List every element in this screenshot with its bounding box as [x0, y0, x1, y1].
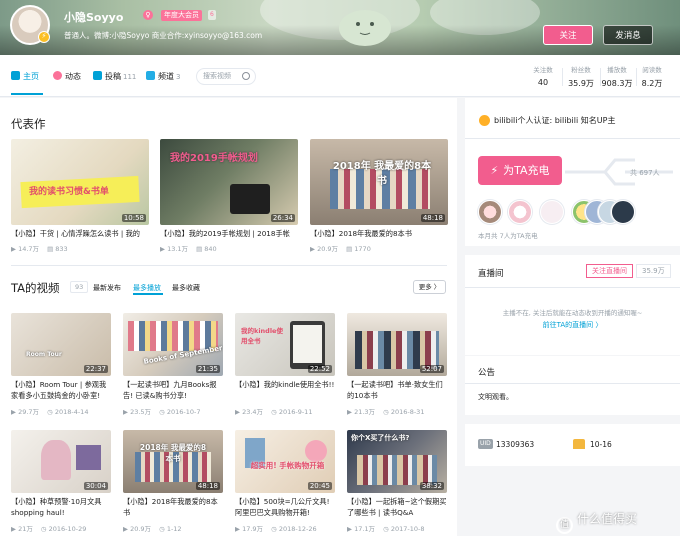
goto-live-link[interactable]: 前往TA的直播间 〉 [465, 320, 680, 330]
video-count-badge: 93 [70, 281, 89, 293]
banner-illustration [339, 10, 391, 46]
video-meta: ▶ 29.7万 ◷ 2018-4-14 [11, 408, 89, 416]
divider [465, 287, 680, 288]
supporter-avatar[interactable] [508, 200, 532, 224]
active-tab-indicator [11, 93, 43, 95]
videos-section-title: TA的视频 [11, 281, 60, 295]
live-title: 直播间 [478, 269, 504, 279]
video-title[interactable]: 【小隐】我的2019手帐规划 | 2018手帐 [160, 228, 298, 239]
supporter-avatar[interactable] [540, 200, 564, 224]
video-thumbnail[interactable]: Room Tour 22:37 [11, 313, 111, 376]
video-search-input[interactable]: 搜索视频 [196, 68, 256, 85]
stat-fans[interactable]: 粉丝数 35.9万 [565, 64, 597, 89]
video-meta: ▶ 20.9万 ▤ 1770 [310, 245, 371, 253]
video-meta: ▶ 17.1万 ◷ 2017-10-8 [347, 525, 425, 533]
notice-title: 公告 [478, 368, 496, 378]
live-followers-count: 35.9万 [636, 264, 671, 278]
video-title[interactable]: 【小隐】2018年我最爱的8本书 [123, 496, 223, 518]
tab-dynamic[interactable]: 动态 [53, 71, 81, 83]
supporter-avatar[interactable] [611, 200, 635, 224]
certification-text: bilibili个人认证: bilibili 知名UP主 [494, 116, 616, 125]
certification-icon [479, 115, 490, 126]
video-thumbnail[interactable]: 2018年 我最爱的8本书 48:18 [310, 139, 448, 225]
video-meta: ▶ 23.4万 ◷ 2016-9-11 [235, 408, 313, 416]
video-meta: ▶ 21万 ◷ 2016-10-29 [11, 525, 87, 533]
notice-panel: 公告 文明观看。 [465, 355, 680, 415]
smzdm-logo-icon: 值 [556, 517, 573, 534]
home-icon [11, 71, 20, 80]
divider [465, 355, 680, 356]
uid-icon: UID [478, 439, 493, 449]
video-meta: ▶ 20.9万 ◷ 1-12 [123, 525, 182, 533]
video-title[interactable]: 【小隐】Room Tour | 参观我家看多小五鼓捣金的小卧室! [11, 379, 111, 401]
upload-icon [93, 71, 102, 80]
video-title[interactable]: 【小隐】一起拆箱~这个假期买了哪些书 | 读书Q&A [347, 496, 447, 518]
dynamic-icon [53, 71, 62, 80]
live-offline-message: 主播不在, 关注后就能在动态收到开播的通知喔~ [502, 309, 643, 317]
video-meta: ▶ 21.3万 ◷ 2016-8-31 [347, 408, 425, 416]
supporter-avatar[interactable] [478, 200, 502, 224]
female-icon: ♀ [143, 10, 153, 20]
video-meta: ▶ 13.1万 ▤ 840 [160, 245, 217, 253]
tab-latest[interactable]: 最新发布 [93, 283, 121, 293]
level-badge: 6 [208, 10, 216, 20]
tab-upload[interactable]: 投稿 111 [93, 71, 136, 83]
video-thumbnail[interactable]: 我的2019手帐规划 26:34 [160, 139, 298, 225]
video-meta: ▶ 23.5万 ◷ 2016-10-7 [123, 408, 201, 416]
charge-button[interactable]: ⚡ 为TA充电 [478, 156, 562, 185]
video-title[interactable]: 【小隐】我的kindle使用全书!! [235, 379, 335, 401]
follow-button[interactable]: 关注 [543, 25, 593, 45]
video-thumbnail[interactable]: Books of September 21:35 [123, 313, 223, 376]
tab-most-played[interactable]: 最多播放 [133, 283, 161, 293]
info-panel: UID 13309363 10-16 [465, 424, 680, 466]
video-title[interactable]: 【小隐】种草预警·10月文具shopping haul! [11, 496, 111, 518]
video-thumbnail[interactable]: 52:07 [347, 313, 447, 376]
birthday-cake-icon [573, 439, 585, 449]
active-tab-indicator [133, 293, 163, 295]
more-videos-button[interactable]: 更多 〉 [413, 280, 446, 294]
follow-live-button[interactable]: 关注直播间 [586, 264, 633, 278]
divider [562, 68, 563, 86]
site-watermark: 值什么值得买 [556, 510, 637, 534]
verified-icon: ⚡ [38, 31, 50, 43]
search-icon[interactable] [242, 72, 250, 80]
stat-reads: 阅读数 8.2万 [641, 66, 663, 88]
video-thumbnail[interactable]: 我的读书习惯&书单 10:58 [11, 139, 149, 225]
video-meta: ▶ 14.7万 ▤ 833 [11, 245, 68, 253]
video-thumbnail[interactable]: 你个X买了什么书? 38:32 [347, 430, 447, 493]
stat-following[interactable]: 关注数 40 [528, 64, 558, 87]
video-thumbnail[interactable]: 超实用! 手帐购物开箱 20:45 [235, 430, 335, 493]
charge-note: 本月共 7人为TA充电 [478, 232, 538, 240]
video-thumbnail[interactable]: 2018年 我最爱的8本书 48:18 [123, 430, 223, 493]
profile-nav: 主页 动态 投稿 111 频道 3 搜索视频 关注数 40 粉丝数 35.9万 播放… [0, 55, 680, 97]
divider [465, 138, 680, 139]
tab-channel[interactable]: 频道 3 [146, 71, 180, 83]
vip-badge: 年度大会员 [161, 10, 202, 21]
tab-most-favorited[interactable]: 最多收藏 [172, 283, 200, 293]
video-title[interactable]: 【小隐】干货 | 心情浮躁怎么读书 | 我的 [11, 228, 149, 239]
notice-text: 文明观看。 [478, 393, 513, 401]
video-title[interactable]: 【小隐】500块=几公斤文具! 阿里巴巴文具购物开箱! [235, 496, 335, 518]
birthday-value: 10-16 [590, 440, 612, 449]
video-thumbnail[interactable]: 我的kindle使用全书 22:52 [235, 313, 335, 376]
divider [11, 265, 447, 266]
channel-icon [146, 71, 155, 80]
lightning-icon: ⚡ [490, 164, 499, 177]
masterpiece-title: 代表作 [11, 117, 46, 131]
divider [465, 383, 680, 384]
message-button[interactable]: 发消息 [603, 25, 653, 45]
video-title[interactable]: 【一起读书吧】书单·致女生们的10本书 [347, 379, 447, 401]
username: 小隐Soyyo [64, 11, 124, 24]
charge-total: 共 697人 [630, 169, 660, 177]
video-meta: ▶ 17.9万 ◷ 2018-12-26 [235, 525, 317, 533]
uid-value: 13309363 [496, 440, 535, 449]
video-thumbnail[interactable]: 30:04 [11, 430, 111, 493]
charge-panel: bilibili个人认证: bilibili 知名UP主 ⚡ 为TA充电 共 69… [465, 98, 680, 246]
tab-home[interactable]: 主页 [11, 71, 39, 83]
live-panel: 直播间 关注直播间 35.9万 主播不在, 关注后就能在动态收到开播的通知喔~ … [465, 255, 680, 355]
user-signature[interactable]: 普通人。微博:小隐Soyyo 商业合作:xyinsoyyo@163.com [64, 30, 262, 41]
stat-plays: 播放数 908.3万 [601, 66, 633, 88]
video-title[interactable]: 【一起读书吧】九月Books报告! 已读&购书分享! [123, 379, 223, 401]
video-title[interactable]: 【小隐】2018年我最爱的8本书 [310, 228, 448, 239]
